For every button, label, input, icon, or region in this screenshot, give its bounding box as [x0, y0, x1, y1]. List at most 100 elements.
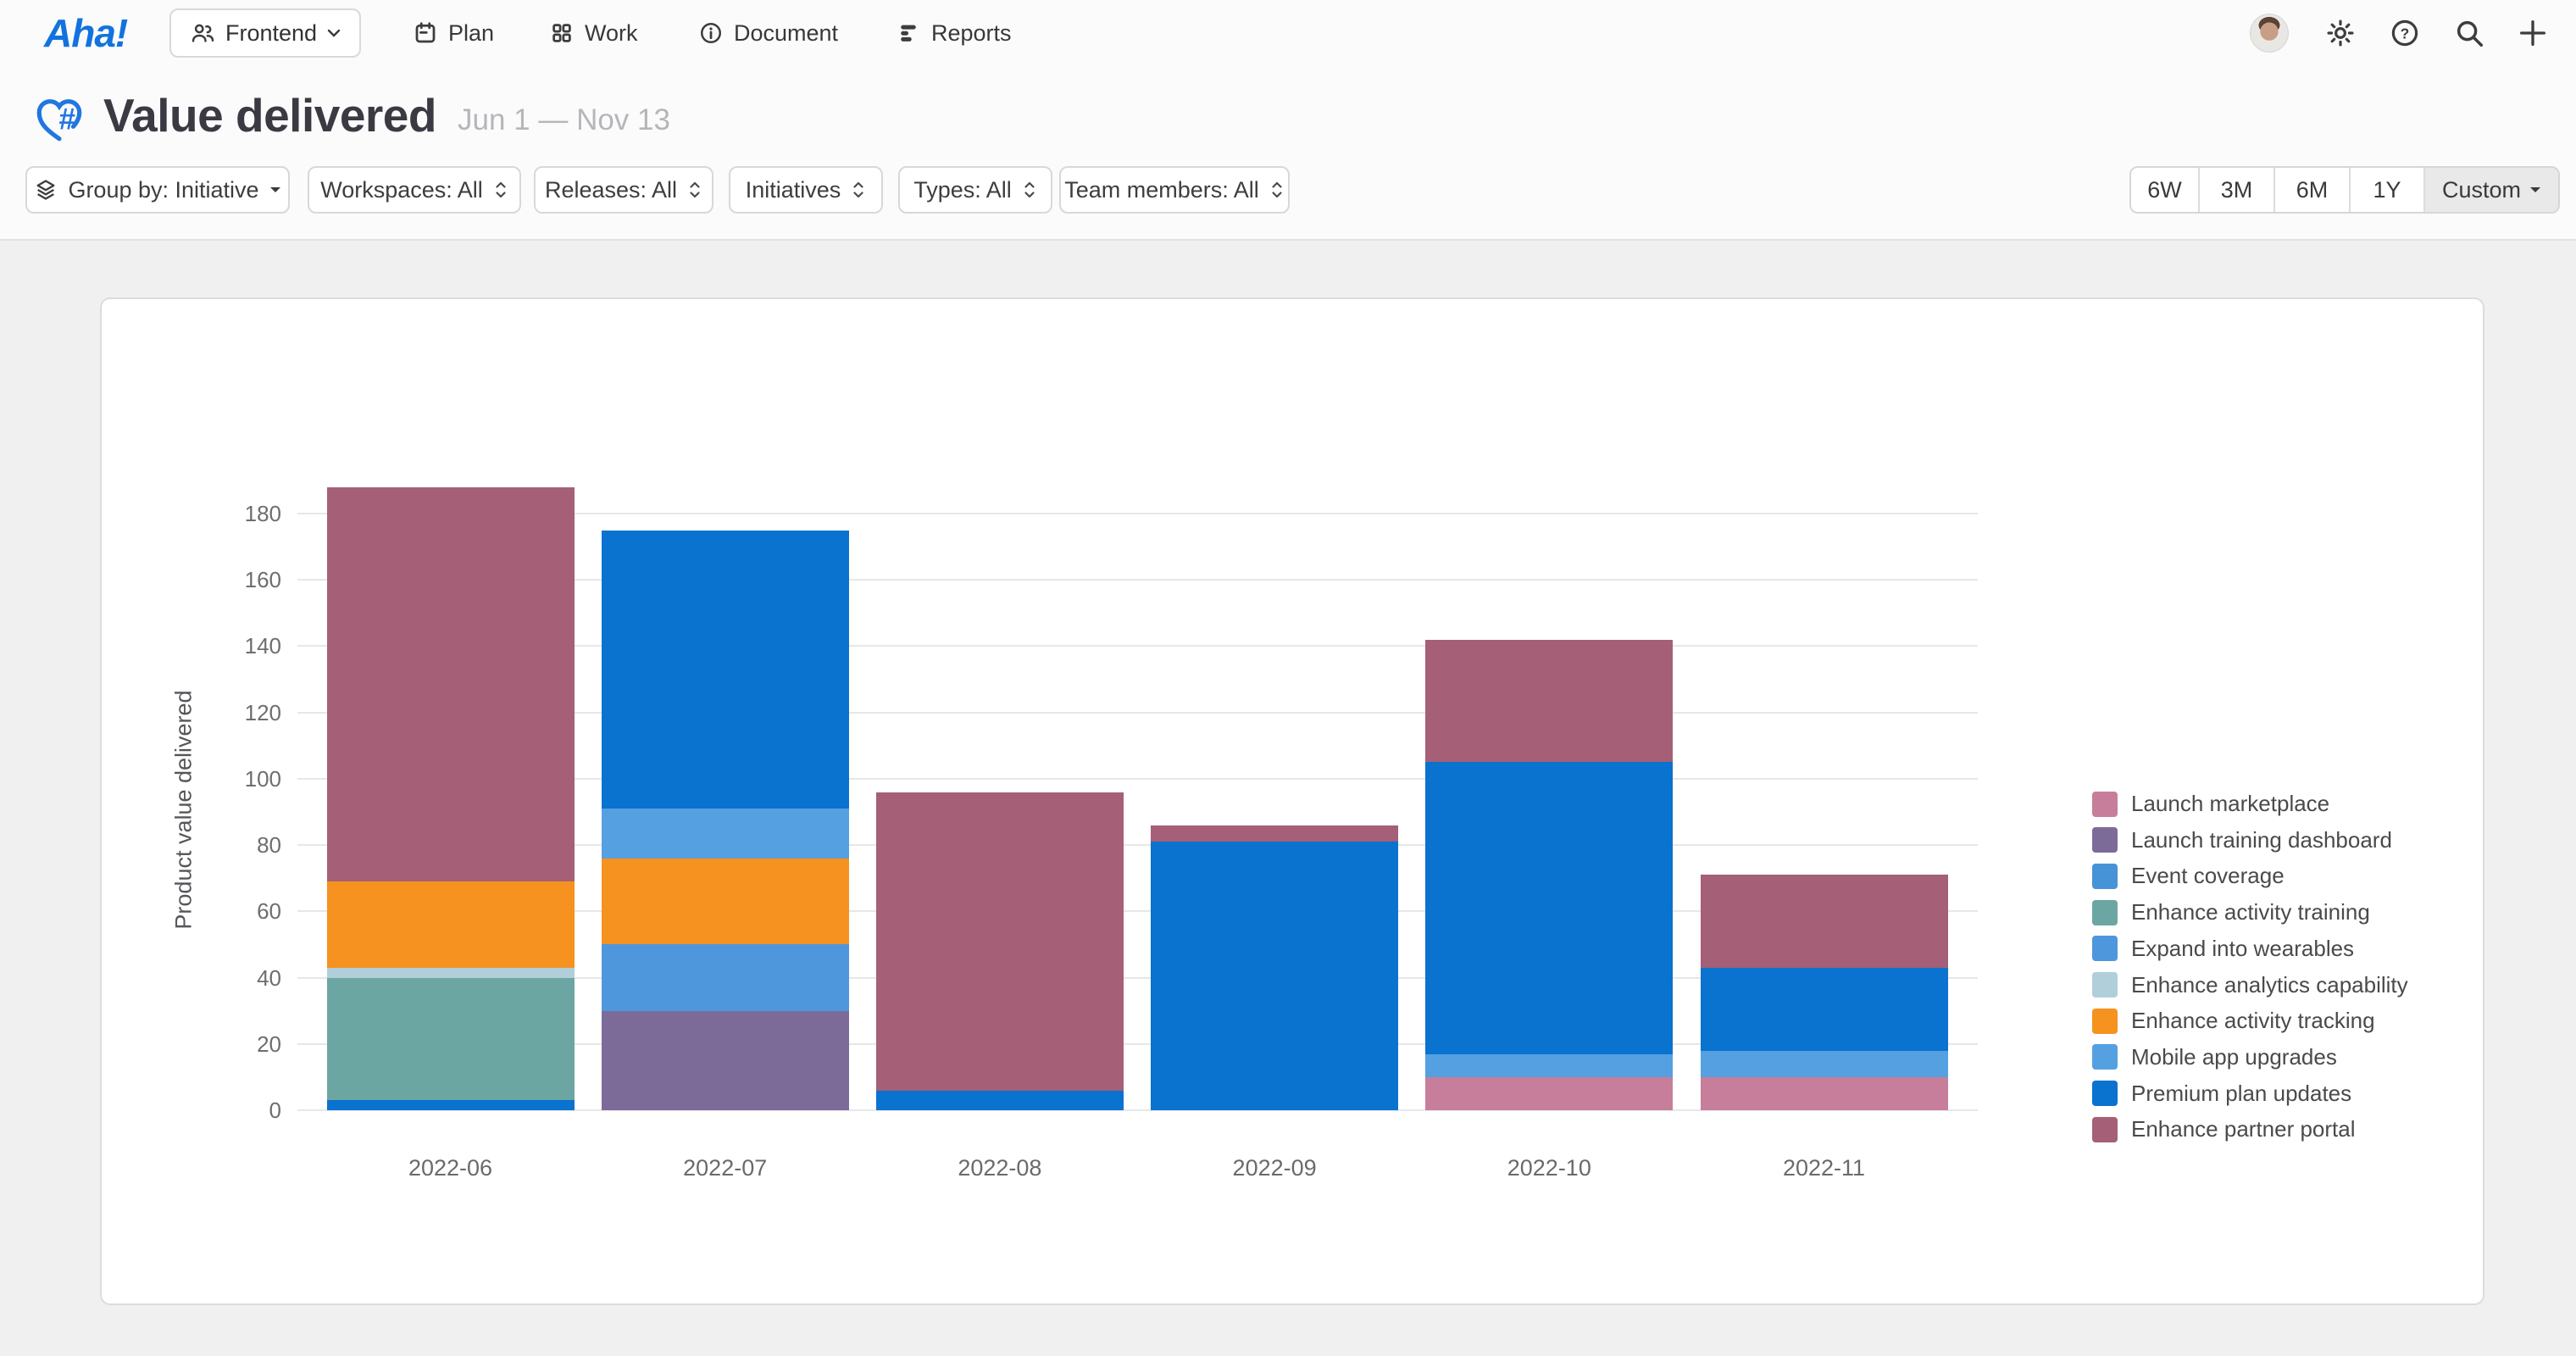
search-icon [2453, 17, 2485, 49]
plus-icon [2516, 16, 2550, 50]
bar-segment[interactable] [1701, 875, 1948, 968]
legend-item[interactable]: Enhance activity training [2092, 899, 2370, 925]
bar-segment[interactable] [602, 944, 849, 1010]
legend-item[interactable]: Premium plan updates [2092, 1081, 2351, 1107]
help-button[interactable]: ? [2389, 0, 2421, 66]
legend-label: Premium plan updates [2131, 1081, 2351, 1107]
reports-icon [896, 20, 921, 46]
nav-item-plan[interactable]: Plan [413, 0, 494, 66]
x-tick-label: 2022-08 [907, 1155, 1093, 1181]
nav-item-document[interactable]: Document [698, 0, 838, 66]
filter-label: Group by: Initiative [68, 177, 258, 203]
sort-arrows-icon [687, 179, 702, 201]
y-tick-label: 160 [188, 567, 281, 593]
legend-item[interactable]: Enhance partner portal [2092, 1116, 2356, 1142]
bar-segment[interactable] [1151, 842, 1398, 1110]
legend-label: Enhance activity training [2131, 899, 2370, 925]
bar-segment[interactable] [1701, 1077, 1948, 1110]
legend-item[interactable]: Launch training dashboard [2092, 827, 2392, 853]
bar-segment[interactable] [1425, 762, 1673, 1053]
workspace-selector[interactable]: Frontend [169, 8, 361, 58]
bar-segment[interactable] [1701, 1051, 1948, 1077]
sort-arrows-icon [1269, 179, 1285, 201]
bar-segment[interactable] [876, 1091, 1124, 1110]
legend-swatch [2092, 864, 2118, 889]
time-range-control: 6W 3M 6M 1Y Custom [2129, 166, 2560, 214]
y-tick-label: 60 [188, 898, 281, 925]
aha-logo[interactable]: Aha! [44, 10, 127, 56]
legend-item[interactable]: Enhance analytics capability [2092, 972, 2408, 998]
bar-segment[interactable] [1425, 640, 1673, 763]
legend-label: Expand into wearables [2131, 936, 2354, 962]
y-tick-label: 120 [188, 700, 281, 726]
filter-pill-group-by[interactable]: Group by: Initiative [25, 166, 290, 214]
people-icon [190, 20, 215, 46]
sort-arrows-icon [493, 179, 508, 201]
time-range-label: 6M [2296, 177, 2329, 203]
time-range-custom[interactable]: Custom [2425, 168, 2558, 212]
time-range-1y[interactable]: 1Y [2351, 168, 2425, 212]
search-button[interactable] [2453, 0, 2485, 66]
bar-segment[interactable] [876, 792, 1124, 1091]
sort-arrows-icon [851, 179, 866, 201]
filter-pill-initiatives[interactable]: Initiatives [729, 166, 883, 214]
bar-segment[interactable] [602, 859, 849, 945]
legend-swatch [2092, 792, 2118, 817]
calendar-icon [413, 20, 438, 46]
legend-label: Launch marketplace [2131, 791, 2329, 817]
time-range-6m[interactable]: 6M [2275, 168, 2351, 212]
x-tick-label: 2022-11 [1731, 1155, 1918, 1181]
filter-pill-team-members[interactable]: Team members: All [1059, 166, 1290, 214]
legend-label: Launch training dashboard [2131, 827, 2392, 853]
filter-label: Initiatives [746, 177, 841, 203]
bar-segment[interactable] [602, 531, 849, 809]
time-range-label: 3M [2221, 177, 2253, 203]
bar-segment[interactable] [1151, 825, 1398, 842]
x-tick-label: 2022-06 [358, 1155, 544, 1181]
page-title: Value delivered [103, 88, 436, 142]
legend-label: Enhance partner portal [2131, 1116, 2356, 1142]
bar-segment[interactable] [327, 968, 575, 978]
bar-segment[interactable] [602, 1011, 849, 1110]
bar-segment[interactable] [327, 978, 575, 1101]
filter-label: Workspaces: All [320, 177, 483, 203]
bar-segment[interactable] [602, 809, 849, 859]
filter-pill-types[interactable]: Types: All [898, 166, 1052, 214]
chevron-down-icon [327, 29, 341, 37]
bar-segment[interactable] [1425, 1054, 1673, 1077]
x-tick-label: 2022-10 [1456, 1155, 1642, 1181]
date-range: Jun 1 — Nov 13 [458, 103, 670, 137]
legend-item[interactable]: Mobile app upgrades [2092, 1044, 2337, 1070]
legend-item[interactable]: Launch marketplace [2092, 791, 2329, 817]
bar-segment[interactable] [1701, 968, 1948, 1051]
avatar[interactable] [2250, 14, 2289, 53]
bar-segment[interactable] [1425, 1077, 1673, 1110]
nav-item-work[interactable]: Work [549, 0, 638, 66]
bar-segment[interactable] [327, 881, 575, 968]
legend-item[interactable]: Enhance activity tracking [2092, 1008, 2375, 1034]
y-tick-label: 180 [188, 501, 281, 527]
y-tick-label: 20 [188, 1031, 281, 1058]
svg-text:?: ? [2401, 25, 2410, 42]
x-tick-label: 2022-09 [1181, 1155, 1368, 1181]
layers-icon [34, 178, 58, 202]
x-tick-label: 2022-07 [632, 1155, 819, 1181]
filter-pill-releases[interactable]: Releases: All [534, 166, 713, 214]
time-range-label: 1Y [2373, 177, 2401, 203]
bar-segment[interactable] [327, 1100, 575, 1110]
nav-item-reports[interactable]: Reports [896, 0, 1012, 66]
bar-segment[interactable] [327, 487, 575, 881]
settings-button[interactable] [2324, 0, 2357, 66]
grid-icon [549, 20, 575, 46]
legend-item[interactable]: Event coverage [2092, 863, 2285, 889]
time-range-6w[interactable]: 6W [2131, 168, 2200, 212]
caret-down-icon [2529, 186, 2541, 194]
legend-label: Enhance analytics capability [2131, 972, 2408, 998]
filter-pill-workspaces[interactable]: Workspaces: All [308, 166, 521, 214]
legend-item[interactable]: Expand into wearables [2092, 936, 2354, 962]
time-range-3m[interactable]: 3M [2200, 168, 2275, 212]
legend-swatch [2092, 972, 2118, 998]
legend-swatch [2092, 936, 2118, 961]
heart-hash-icon: # [32, 90, 88, 146]
add-button[interactable] [2516, 0, 2550, 66]
